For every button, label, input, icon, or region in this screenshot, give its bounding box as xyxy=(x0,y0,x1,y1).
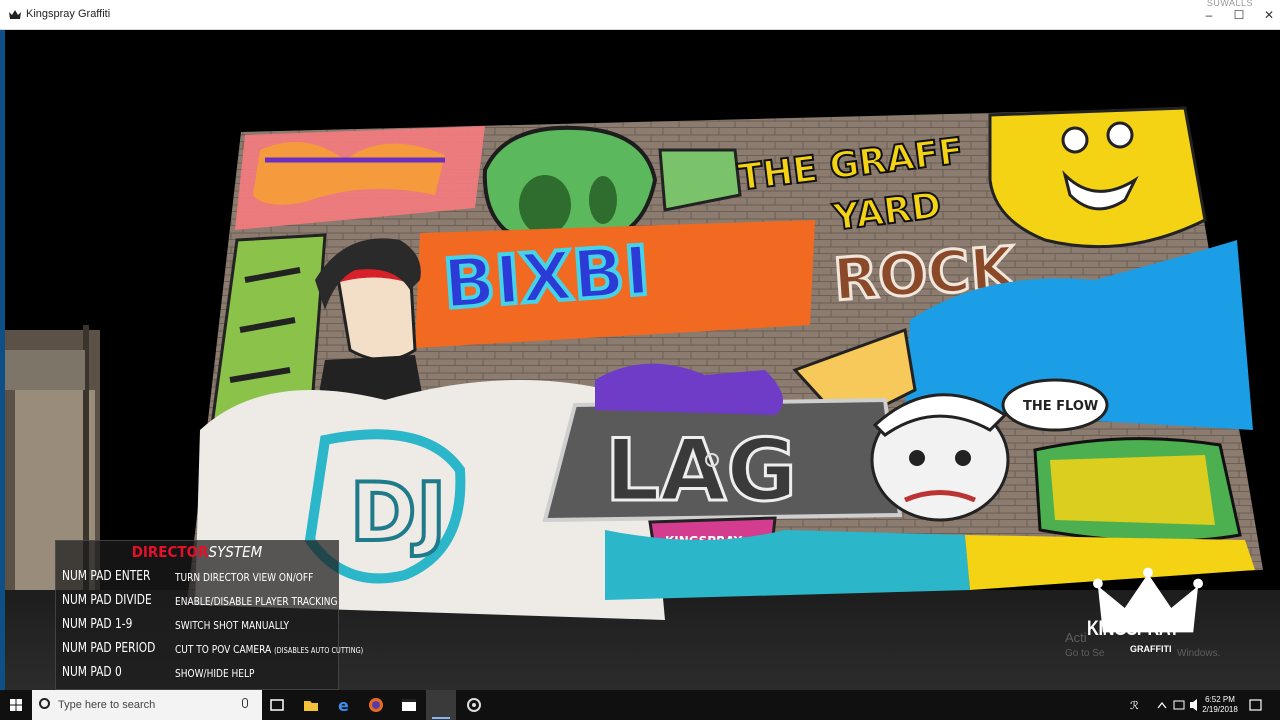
the-flow-text: THE FLOW xyxy=(1023,399,1098,414)
top-watermark: SUWALLS xyxy=(1206,0,1253,8)
director-key: NUM PAD DIVIDE xyxy=(62,593,152,608)
kingspray-logo-sub: GRAFFITI xyxy=(1130,644,1172,654)
settings-gear-icon[interactable] xyxy=(459,690,489,720)
cap-face-character xyxy=(870,393,1010,522)
game-viewport[interactable]: THE GRAFF YARD BIXBI ROCK DJ LAG THE FLO… xyxy=(5,30,1280,690)
director-action: SHOW/HIDE HELP xyxy=(175,667,255,680)
clock-time: 6:52 PM xyxy=(1205,695,1235,704)
director-key: NUM PAD ENTER xyxy=(62,569,151,584)
activate-windows-watermark: Acti xyxy=(1065,630,1087,645)
taskbar-search-box[interactable]: Type here to search xyxy=(32,690,262,720)
cortana-search-icon xyxy=(39,698,50,709)
purple-blob xyxy=(595,363,783,415)
close-button[interactable]: ✕ xyxy=(1262,8,1276,22)
minimize-button[interactable]: – xyxy=(1202,8,1216,22)
director-row: NUM PAD 1-9 SWITCH SHOT MANUALLY xyxy=(56,617,338,639)
director-action: SWITCH SHOT MANUALLY xyxy=(175,619,290,632)
window-title: Kingspray Graffiti xyxy=(26,8,111,20)
microphone-icon[interactable] xyxy=(242,698,248,708)
director-key: NUM PAD 1-9 xyxy=(62,617,133,632)
director-action: TURN DIRECTOR VIEW ON/OFF xyxy=(175,571,314,584)
director-row: NUM PAD 0 SHOW/HIDE HELP xyxy=(56,665,338,687)
windows-taskbar: Type here to search e ℛ 6:52 PM 2/19/201… xyxy=(0,690,1280,720)
director-action: CUT TO POV CAMERA (DISABLES AUTO CUTTING… xyxy=(175,643,363,656)
director-key: NUM PAD 0 xyxy=(62,665,122,680)
search-placeholder: Type here to search xyxy=(58,699,156,711)
dj-text: DJ xyxy=(350,466,446,559)
director-action-note: (DISABLES AUTO CUTTING) xyxy=(274,646,364,655)
task-view-icon[interactable] xyxy=(262,690,292,720)
svg-text:e: e xyxy=(338,696,349,715)
window-titlebar: Kingspray Graffiti SUWALLS – ☐ ✕ xyxy=(0,0,1280,30)
director-row: NUM PAD DIVIDE ENABLE/DISABLE PLAYER TRA… xyxy=(56,593,338,615)
director-heading: DIRECTORSYSTEM xyxy=(56,543,338,561)
yellow-face-graffiti xyxy=(988,106,1207,249)
lag-piece: LAG xyxy=(542,397,903,523)
director-key: NUM PAD PERIOD xyxy=(62,641,156,656)
maximize-button[interactable]: ☐ xyxy=(1232,8,1246,22)
lag-piece-right xyxy=(1033,437,1242,543)
app-window-icon[interactable] xyxy=(394,690,424,720)
file-explorer-icon[interactable] xyxy=(296,690,326,720)
director-row: NUM PAD ENTER TURN DIRECTOR VIEW ON/OFF xyxy=(56,569,338,591)
windows-start-icon[interactable] xyxy=(0,690,32,720)
director-help-overlay: DIRECTORSYSTEM NUM PAD ENTER TURN DIRECT… xyxy=(55,540,363,690)
svg-text:ℛ: ℛ xyxy=(1130,699,1139,712)
director-heading-white: SYSTEM xyxy=(208,543,263,561)
the-flow-bubble: THE FLOW xyxy=(1001,378,1109,432)
kingspray-taskbar-icon[interactable] xyxy=(426,690,456,720)
director-action: ENABLE/DISABLE PLAYER TRACKING xyxy=(175,595,338,608)
bixbi-text: BIXBI xyxy=(441,232,653,325)
firefox-icon[interactable] xyxy=(361,690,391,720)
cyan-bottom-band xyxy=(605,530,970,600)
taskbar-clock[interactable]: 6:52 PM 2/19/2018 xyxy=(1196,695,1244,715)
edge-browser-icon[interactable]: e xyxy=(329,690,359,720)
director-heading-red: DIRECTOR xyxy=(131,543,209,561)
kingspray-logo-text: KINGSPRAY xyxy=(1087,617,1180,640)
crown-app-icon xyxy=(9,10,21,19)
director-action-text: CUT TO POV CAMERA xyxy=(175,643,272,656)
director-row: NUM PAD PERIOD CUT TO POV CAMERA (DISABL… xyxy=(56,641,363,663)
lag-text: LAG xyxy=(605,421,797,521)
clock-date: 2/19/2018 xyxy=(1202,705,1238,714)
